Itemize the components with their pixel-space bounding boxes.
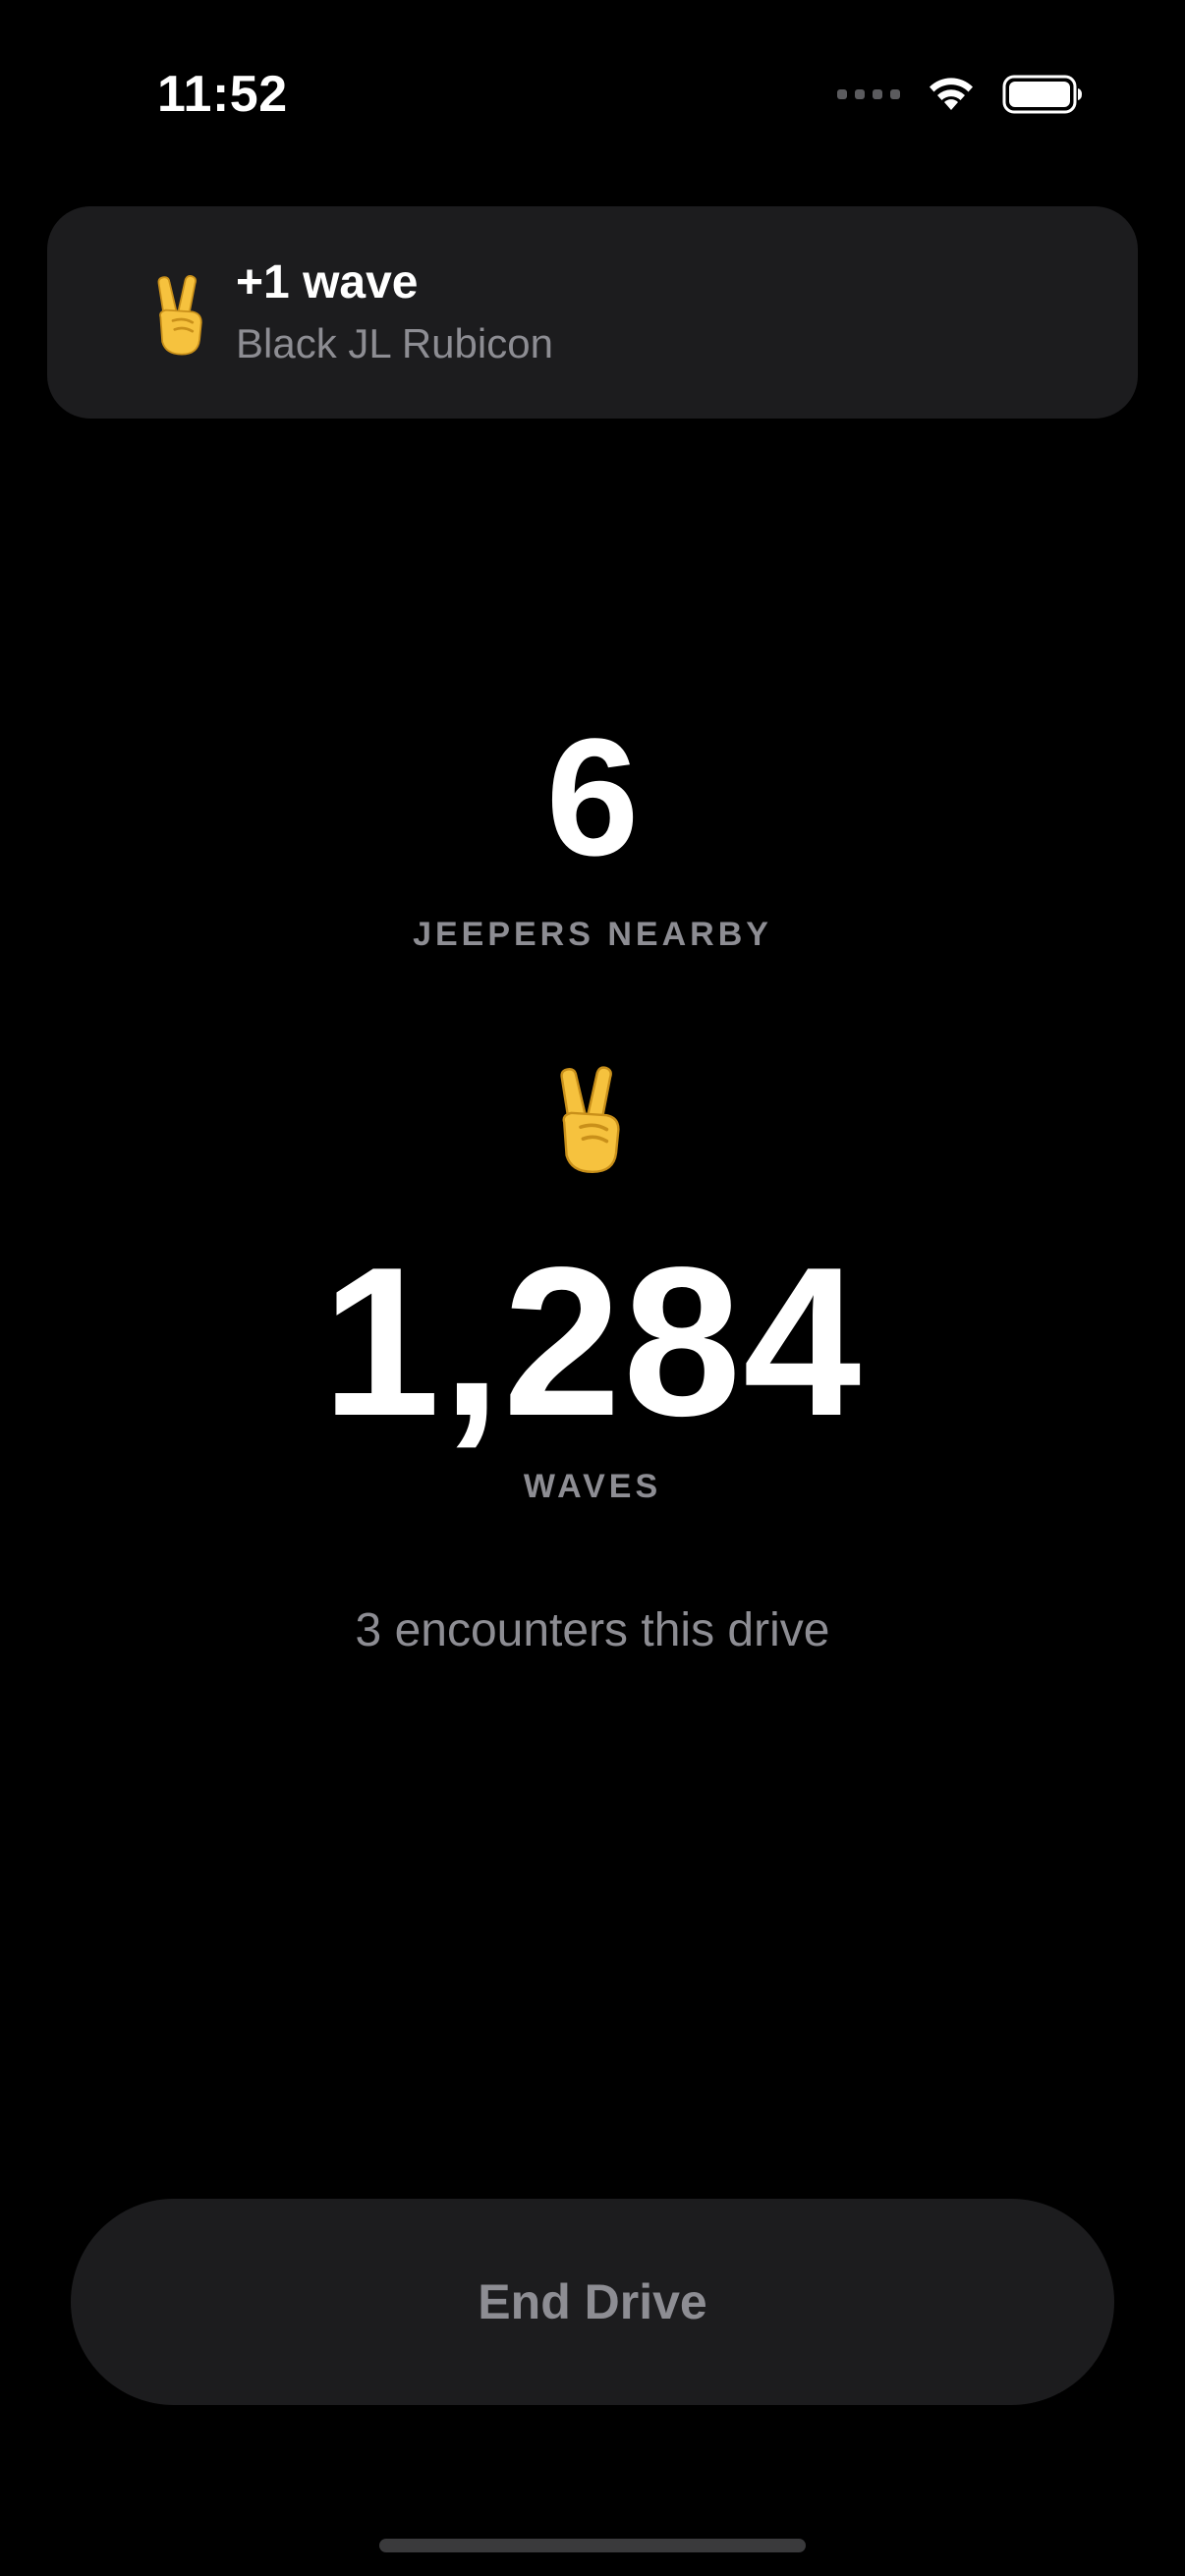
victory-hand-icon bbox=[157, 275, 202, 356]
battery-icon bbox=[1002, 75, 1082, 114]
end-drive-button[interactable]: End Drive bbox=[71, 2199, 1114, 2405]
wifi-icon bbox=[930, 78, 973, 110]
home-indicator[interactable] bbox=[379, 2539, 806, 2552]
victory-hand-icon bbox=[560, 1066, 620, 1174]
encounters-text: 3 encounters this drive bbox=[355, 1604, 830, 1656]
wave-emoji bbox=[534, 1061, 651, 1179]
status-time: 11:52 bbox=[157, 66, 288, 123]
waves-label: WAVES bbox=[523, 1468, 662, 1505]
status-bar: 11:52 bbox=[0, 0, 1185, 196]
waves-count: 1,284 bbox=[321, 1222, 864, 1460]
nearby-label: JEEPERS NEARBY bbox=[413, 916, 772, 953]
signal-dots-icon bbox=[837, 89, 900, 99]
nearby-count: 6 bbox=[545, 704, 640, 891]
banner-title: +1 wave bbox=[236, 256, 419, 308]
banner-subtitle: Black JL Rubicon bbox=[236, 320, 553, 366]
wave-notification-banner[interactable]: +1 wave Black JL Rubicon bbox=[47, 206, 1138, 419]
status-icons bbox=[837, 69, 1083, 120]
